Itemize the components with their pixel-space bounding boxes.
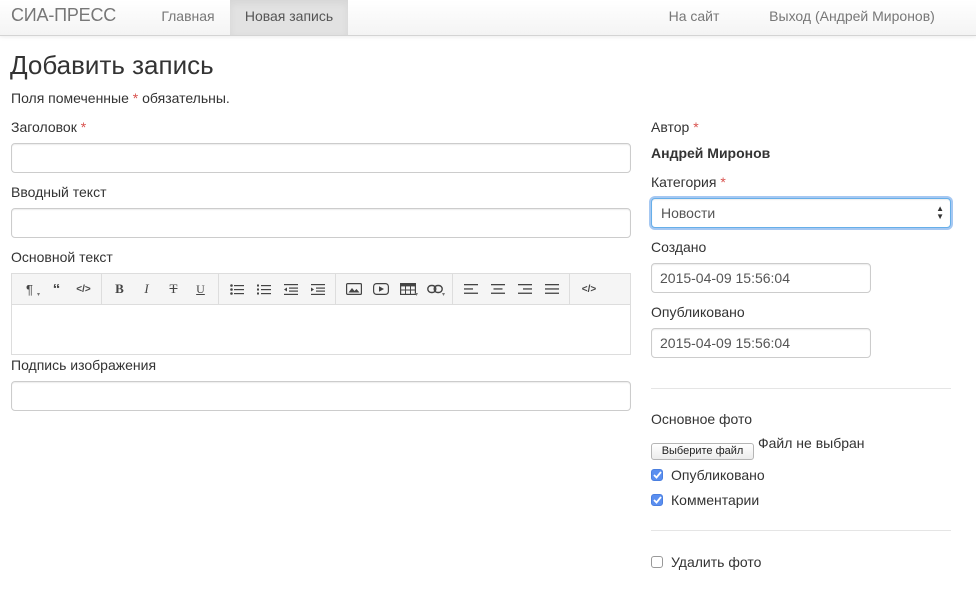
check-icon [652,496,662,504]
published-checkbox-row[interactable]: Опубликовано [651,467,765,483]
body-editor[interactable] [11,304,631,355]
align-center-icon[interactable] [484,274,511,304]
html-icon[interactable]: </> [574,274,604,304]
nav-logout[interactable]: Выход (Андрей Миронов) [752,0,952,35]
category-select-value: Новости [661,205,716,221]
brand-logo[interactable]: СИА-ПРЕСС [11,5,116,26]
toolbar-group-html: </> [570,274,608,304]
page-title: Добавить запись [10,50,214,80]
author-label-text: Автор [651,119,690,135]
divider [651,530,951,531]
category-select[interactable]: Новости ▲ ▼ [651,198,951,228]
delete-photo-checkbox[interactable] [651,556,663,568]
required-star: * [693,119,699,135]
table-icon[interactable]: ▾ [394,274,421,304]
delete-photo-label: Удалить фото [671,554,762,570]
unordered-list-icon[interactable] [223,274,250,304]
caption-label: Подпись изображения [11,357,157,373]
toolbar-group-format: ¶ ▾ “ </> [12,274,102,304]
published-checkbox-label: Опубликовано [671,467,765,483]
divider [651,388,951,389]
required-note-prefix: Поля помеченные [11,90,133,106]
toolbar-group-style: B I T U [102,274,219,304]
link-icon[interactable]: ▾ [421,274,448,304]
align-right-icon[interactable] [511,274,538,304]
nav-to-site[interactable]: На сайт [653,0,735,35]
image-icon[interactable] [340,274,367,304]
category-label: Категория * [651,174,726,190]
toolbar-group-lists [219,274,336,304]
published-checkbox[interactable] [651,469,663,481]
select-arrows-icon: ▲ ▼ [936,204,944,221]
video-icon[interactable] [367,274,394,304]
author-label: Автор * [651,119,699,135]
delete-photo-row[interactable]: Удалить фото [651,554,761,570]
created-input[interactable]: 2015-04-09 15:56:04 [651,263,871,293]
required-star: * [80,119,87,135]
editor-toolbar: ¶ ▾ “ </> B I T U ▾ ▾ </> [11,273,631,304]
outdent-icon[interactable] [277,274,304,304]
required-star: * [720,174,726,190]
strikethrough-icon[interactable]: T [160,274,187,304]
comments-checkbox-row[interactable]: Комментарии [651,492,759,508]
ordered-list-icon[interactable] [250,274,277,304]
author-name: Андрей Миронов [651,145,771,161]
published-input[interactable]: 2015-04-09 15:56:04 [651,328,871,358]
title-input[interactable] [11,143,631,173]
title-label-text: Заголовок [11,119,77,135]
nav-home[interactable]: Главная [146,0,230,35]
nav-new-post[interactable]: Новая запись [230,0,348,35]
category-label-text: Категория [651,174,717,190]
underline-icon[interactable]: U [187,274,214,304]
required-note-suffix: обязательны. [138,90,230,106]
required-note: Поля помеченные * обязательны. [11,90,230,106]
toolbar-group-insert: ▾ ▾ [336,274,453,304]
top-navbar: СИА-ПРЕСС Главная Новая запись На сайт В… [0,0,976,36]
main-photo-label: Основное фото [651,411,753,427]
paragraph-icon[interactable]: ¶ ▾ [16,274,43,304]
comments-checkbox[interactable] [651,494,663,506]
toolbar-group-align [453,274,570,304]
body-label: Основной текст [11,249,113,265]
check-icon [652,471,662,479]
intro-input[interactable] [11,208,631,238]
title-label: Заголовок * [11,119,86,135]
file-status: Файл не выбран [758,435,865,451]
caption-input[interactable] [11,381,631,411]
choose-file-button[interactable]: Выберите файл [651,443,754,460]
intro-label: Вводный текст [11,184,107,200]
created-label: Создано [651,239,707,255]
comments-checkbox-label: Комментарии [671,492,760,508]
bold-icon[interactable]: B [106,274,133,304]
italic-icon[interactable]: I [133,274,160,304]
quote-icon[interactable]: “ [43,274,70,304]
indent-icon[interactable] [304,274,331,304]
justify-icon[interactable] [538,274,565,304]
code-icon[interactable]: </> [70,274,97,304]
published-date-label: Опубликовано [651,304,745,320]
align-left-icon[interactable] [457,274,484,304]
